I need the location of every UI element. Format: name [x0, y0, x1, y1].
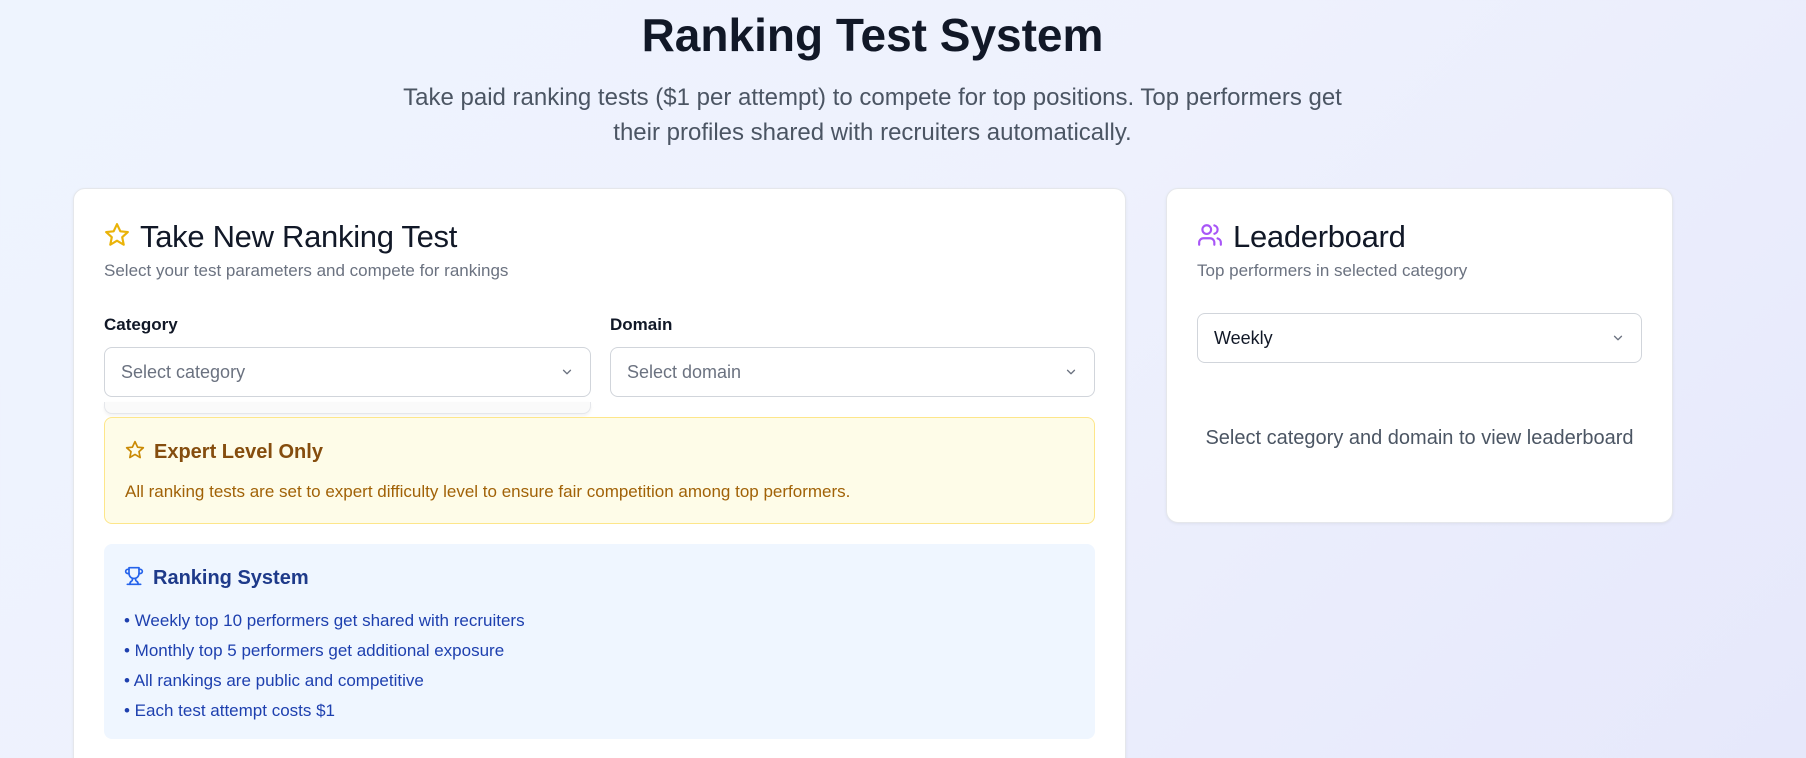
expert-level-notice: Expert Level Only All ranking tests are …	[104, 417, 1095, 524]
star-icon	[104, 222, 130, 253]
take-test-title: Take New Ranking Test	[140, 219, 458, 254]
take-test-card: Take New Ranking Test Select your test p…	[73, 188, 1126, 758]
category-select-value: Select category	[121, 361, 246, 382]
leaderboard-title: Leaderboard	[1233, 219, 1406, 254]
list-item: • Monthly top 5 performers get additiona…	[124, 641, 505, 660]
category-dropdown-menu	[104, 402, 591, 414]
ranking-system-title: Ranking System	[153, 567, 309, 589]
take-test-description: Select your test parameters and compete …	[104, 261, 509, 280]
category-select[interactable]: Select category	[104, 347, 591, 397]
notice-text: All ranking tests are set to expert diff…	[125, 482, 851, 501]
period-select[interactable]: Weekly	[1197, 313, 1642, 363]
leaderboard-empty-message: Select category and domain to view leade…	[1205, 427, 1634, 449]
ranking-system-header: Ranking System	[124, 566, 309, 591]
domain-label: Domain	[610, 315, 673, 334]
list-item: • Each test attempt costs $1	[124, 701, 335, 720]
notice-title: Expert Level Only	[154, 441, 323, 463]
take-test-header: Take New Ranking Test	[104, 219, 457, 255]
page-title: Ranking Test System	[641, 9, 1104, 61]
domain-select-value: Select domain	[627, 361, 742, 382]
leaderboard-header: Leaderboard	[1197, 219, 1406, 255]
ranking-system-list: • Weekly top 10 performers get shared wi…	[124, 606, 525, 726]
category-label: Category	[104, 315, 178, 334]
leaderboard-card: Leaderboard Top performers in selected c…	[1166, 188, 1673, 523]
page-subtitle: Take paid ranking tests ($1 per attempt)…	[403, 84, 1342, 146]
chevron-down-icon	[1611, 331, 1625, 345]
ranking-system-info: Ranking System • Weekly top 10 performer…	[104, 544, 1095, 739]
notice-header: Expert Level Only	[125, 440, 323, 465]
star-icon	[125, 440, 145, 465]
list-item: • All rankings are public and competitiv…	[124, 671, 424, 690]
chevron-down-icon	[1064, 365, 1078, 379]
list-item: • Weekly top 10 performers get shared wi…	[124, 611, 525, 630]
chevron-down-icon	[560, 365, 574, 379]
users-icon	[1197, 222, 1223, 253]
trophy-icon	[124, 566, 144, 591]
period-select-value: Weekly	[1214, 327, 1273, 348]
leaderboard-description: Top performers in selected category	[1197, 261, 1468, 280]
domain-select[interactable]: Select domain	[610, 347, 1095, 397]
